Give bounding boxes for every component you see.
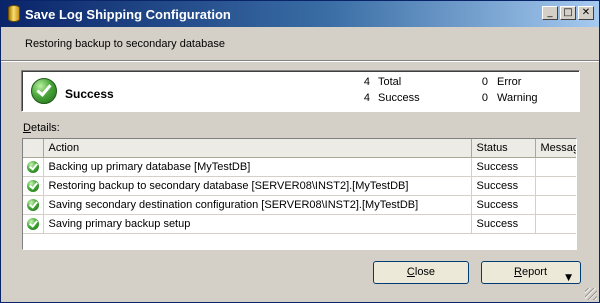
summary-status: Success	[65, 87, 114, 101]
minimize-button[interactable]: _	[542, 6, 558, 20]
close-window-button[interactable]: ✕	[578, 6, 594, 20]
success-count: 4	[363, 92, 370, 104]
success-icon	[26, 160, 39, 173]
row-status-cell	[23, 157, 44, 177]
message-column-header[interactable]: Message	[535, 139, 576, 158]
action-cell: Backing up primary database [MyTestDB]	[43, 157, 472, 177]
action-column-header[interactable]: Action	[43, 139, 472, 158]
details-label: Details:	[23, 122, 60, 134]
success-icon	[26, 217, 39, 230]
icon-column-header[interactable]	[23, 139, 44, 158]
error-label: Error	[497, 76, 522, 88]
dropdown-arrow-icon: ▼	[565, 273, 572, 283]
details-grid[interactable]: Action Status Message Backing up primary…	[22, 138, 577, 250]
success-label: Success	[378, 92, 420, 104]
total-count: 4	[363, 76, 370, 88]
header-divider	[1, 60, 599, 62]
total-label: Total	[378, 76, 402, 88]
status-cell: Success	[471, 157, 536, 177]
success-icon	[26, 198, 39, 211]
database-icon	[8, 5, 20, 22]
row-status-cell	[23, 195, 44, 215]
warning-label: Warning	[497, 92, 538, 104]
error-count: 0	[481, 76, 488, 88]
table-row[interactable]: Saving secondary destination configurati…	[23, 195, 576, 215]
resize-grip[interactable]	[585, 288, 597, 300]
action-cell: Saving primary backup setup	[43, 214, 472, 234]
dialog-window: Save Log Shipping Configuration _ □ ✕ Re…	[0, 0, 600, 303]
table-row[interactable]: Backing up primary database [MyTestDB] S…	[23, 157, 576, 177]
progress-subtitle: Restoring backup to secondary database	[25, 38, 225, 50]
window-title: Save Log Shipping Configuration	[25, 7, 231, 22]
message-cell[interactable]	[535, 176, 576, 196]
message-cell[interactable]	[535, 195, 576, 215]
title-bar[interactable]: Save Log Shipping Configuration _ □ ✕	[1, 1, 599, 27]
message-cell[interactable]	[535, 157, 576, 177]
message-cell[interactable]	[535, 214, 576, 234]
status-cell: Success	[471, 195, 536, 215]
row-status-cell	[23, 214, 44, 234]
action-cell: Saving secondary destination configurati…	[43, 195, 472, 215]
maximize-button[interactable]: □	[560, 6, 576, 20]
status-cell: Success	[471, 214, 536, 234]
close-button[interactable]: Close	[373, 261, 469, 284]
warning-count: 0	[481, 92, 488, 104]
report-button[interactable]: Report ▼	[481, 261, 581, 284]
status-cell: Success	[471, 176, 536, 196]
success-icon	[31, 78, 57, 104]
table-row[interactable]: Restoring backup to secondary database […	[23, 176, 576, 196]
summary-panel: Success 4 Total 4 Success 0 Error 0 Warn…	[21, 70, 580, 112]
row-status-cell	[23, 176, 44, 196]
action-cell: Restoring backup to secondary database […	[43, 176, 472, 196]
status-column-header[interactable]: Status	[471, 139, 536, 158]
table-row[interactable]: Saving primary backup setup Success	[23, 214, 576, 234]
success-icon	[26, 179, 39, 192]
